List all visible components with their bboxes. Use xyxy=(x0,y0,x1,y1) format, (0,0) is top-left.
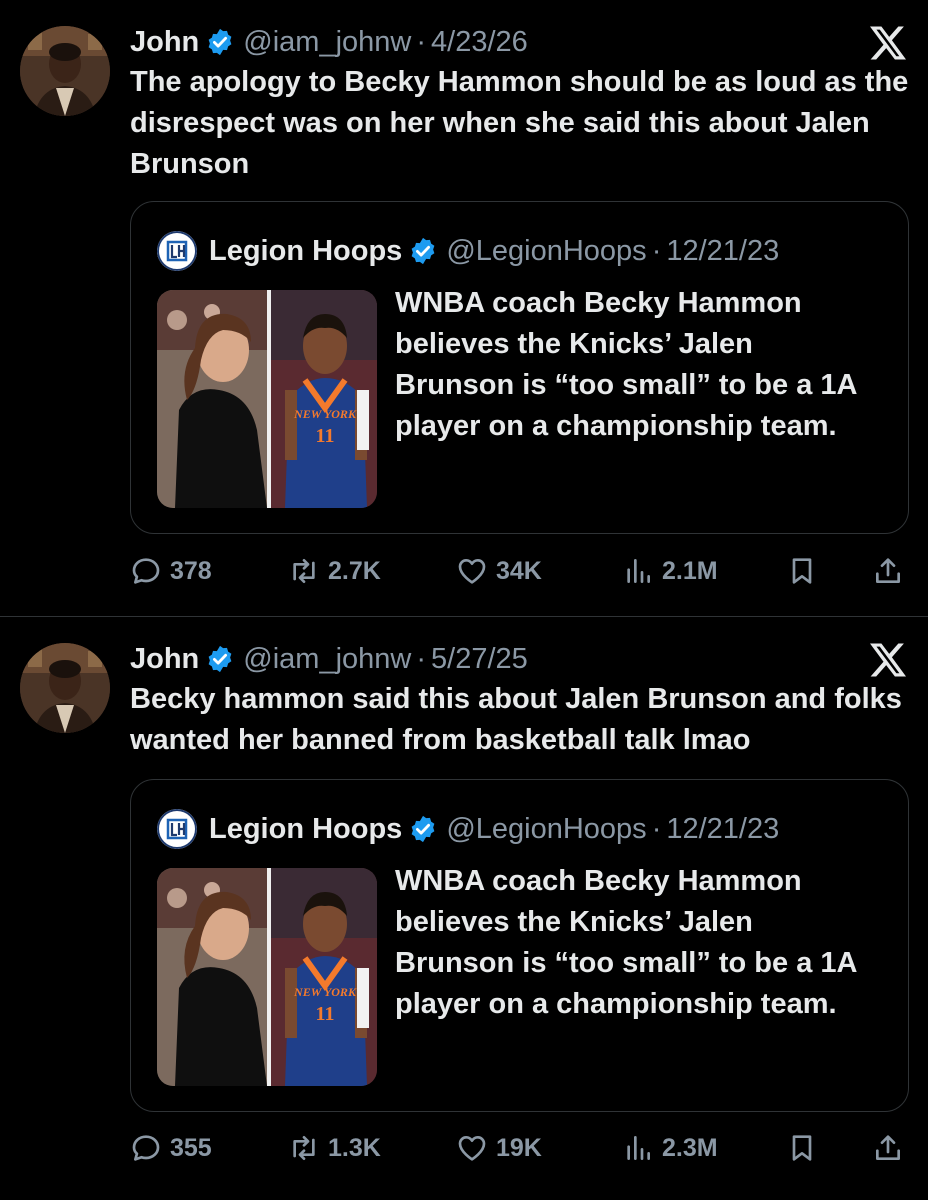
reply-button[interactable]: 355 xyxy=(130,1128,212,1168)
share-icon xyxy=(876,1135,900,1160)
reply-count: 378 xyxy=(170,556,212,585)
legion-hoops-logo xyxy=(157,809,197,849)
retweet-icon xyxy=(293,1136,315,1160)
separator-dot: · xyxy=(416,26,427,58)
like-button[interactable]: 34K xyxy=(456,551,542,591)
share-icon xyxy=(876,558,900,583)
author-name[interactable]: John xyxy=(130,22,199,62)
tweet-header: John @iam_johnw · 5/27/25 xyxy=(130,639,528,679)
tweet-header: John @iam_johnw · 4/23/26 xyxy=(130,22,528,62)
quote-author-name[interactable]: Legion Hoops xyxy=(209,230,402,272)
separator-dot: · xyxy=(651,813,662,845)
like-count: 34K xyxy=(496,556,542,585)
bookmark-button[interactable] xyxy=(786,1128,818,1168)
author-handle[interactable]: @iam_johnw xyxy=(243,22,411,62)
separator-dot: · xyxy=(651,235,662,267)
quote-tweet-card[interactable]: Legion Hoops @LegionHoops · 12/21/23 NEW… xyxy=(130,779,909,1112)
views-button[interactable]: 2.3M xyxy=(622,1128,718,1168)
retweet-button[interactable]: 2.7K xyxy=(288,551,381,591)
views-count: 2.1M xyxy=(662,556,718,585)
tweet[interactable]: John @iam_johnw · 5/27/25 Becky hammon s… xyxy=(0,617,928,1200)
share-button[interactable] xyxy=(872,1128,904,1168)
bookmark-button[interactable] xyxy=(786,551,818,591)
views-icon xyxy=(627,1136,650,1160)
verified-badge-icon xyxy=(411,815,435,843)
quote-author-name[interactable]: Legion Hoops xyxy=(209,808,402,850)
quote-date[interactable]: 12/21/23 xyxy=(666,230,779,272)
quote-author-handle[interactable]: @LegionHoops xyxy=(446,230,646,272)
jersey-text: NEW YORK xyxy=(293,985,357,999)
retweet-count: 1.3K xyxy=(328,1133,381,1162)
tweet-text: The apology to Becky Hammon should be as… xyxy=(130,66,909,180)
quote-image[interactable]: NEW YORK 11 xyxy=(157,868,377,1086)
retweet-button[interactable]: 1.3K xyxy=(288,1128,381,1168)
avatar[interactable] xyxy=(20,26,110,116)
legion-hoops-logo xyxy=(157,231,197,271)
like-icon xyxy=(458,1136,486,1161)
separator-dot: · xyxy=(416,643,427,675)
verified-badge-icon xyxy=(411,237,435,265)
author-name[interactable]: John xyxy=(130,639,199,679)
author-handle[interactable]: @iam_johnw xyxy=(243,639,411,679)
tweet[interactable]: John @iam_johnw · 4/23/26 The apology to… xyxy=(0,0,928,616)
bookmark-icon xyxy=(792,1135,812,1161)
tweet-text: Becky hammon said this about Jalen Bruns… xyxy=(130,683,902,756)
reply-icon xyxy=(132,1135,160,1161)
reply-count: 355 xyxy=(170,1133,212,1162)
like-icon xyxy=(458,559,486,584)
quote-date[interactable]: 12/21/23 xyxy=(666,808,779,850)
x-logo-icon xyxy=(870,26,906,60)
bookmark-icon xyxy=(792,558,812,584)
jersey-number: 11 xyxy=(316,1003,335,1025)
reply-button[interactable]: 378 xyxy=(130,551,212,591)
retweet-icon xyxy=(293,559,315,583)
like-count: 19K xyxy=(496,1133,542,1162)
quote-tweet-card[interactable]: Legion Hoops @LegionHoops · 12/21/23 NEW… xyxy=(130,201,909,534)
reply-icon xyxy=(132,558,160,584)
tweet-date[interactable]: 4/23/26 xyxy=(431,22,528,62)
action-bar: 378 2.7K 34K 2.1M xyxy=(130,551,910,591)
retweet-count: 2.7K xyxy=(328,556,381,585)
quote-header: Legion Hoops @LegionHoops · 12/21/23 xyxy=(157,808,779,850)
quote-header: Legion Hoops @LegionHoops · 12/21/23 xyxy=(157,230,779,272)
quote-image[interactable]: NEW YORK 11 xyxy=(157,290,377,508)
verified-badge-icon xyxy=(208,645,232,673)
quote-author-handle[interactable]: @LegionHoops xyxy=(446,808,646,850)
share-button[interactable] xyxy=(872,551,904,591)
quote-text: WNBA coach Becky Hammon believes the Kni… xyxy=(395,865,857,1020)
jersey-number: 11 xyxy=(316,425,335,447)
avatar[interactable] xyxy=(20,643,110,733)
like-button[interactable]: 19K xyxy=(456,1128,542,1168)
views-count: 2.3M xyxy=(662,1133,718,1162)
verified-badge-icon xyxy=(208,28,232,56)
action-bar: 355 1.3K 19K 2.3M xyxy=(130,1128,910,1168)
jersey-text: NEW YORK xyxy=(293,407,357,421)
quote-text: WNBA coach Becky Hammon believes the Kni… xyxy=(395,287,857,442)
views-icon xyxy=(627,559,650,583)
tweet-date[interactable]: 5/27/25 xyxy=(431,639,528,679)
views-button[interactable]: 2.1M xyxy=(622,551,718,591)
x-logo-icon xyxy=(870,643,906,677)
